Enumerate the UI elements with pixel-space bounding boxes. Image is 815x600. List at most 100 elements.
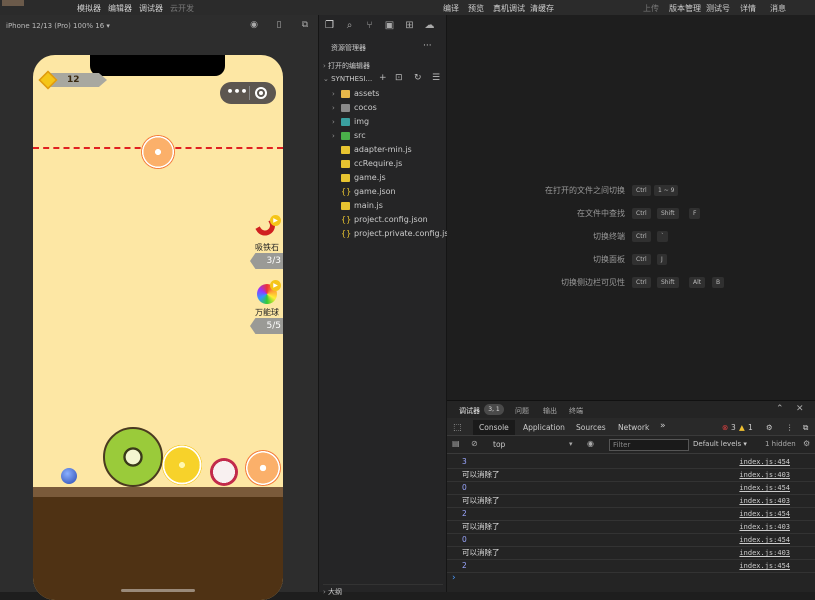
tree-folder-cocos[interactable]: › cocos: [319, 101, 447, 115]
collapse-icon[interactable]: ☰: [432, 73, 440, 83]
clear-console-icon[interactable]: ⊘: [471, 439, 478, 448]
close-icon[interactable]: ✕: [796, 404, 804, 414]
source-link[interactable]: index.js:454: [739, 482, 790, 494]
tree-folder-assets[interactable]: › assets: [319, 87, 447, 101]
warning-count[interactable]: 1: [748, 423, 753, 432]
search-icon[interactable]: ⌕: [344, 20, 355, 31]
source-link[interactable]: index.js:454: [739, 508, 790, 520]
more-icon[interactable]: •••: [226, 86, 248, 100]
device-selector[interactable]: iPhone 12/13 (Pro) 100% 16 ▾: [6, 22, 110, 30]
editor-area: 在打开的文件之间切换 Ctrl 1 ~ 9 在文件中查找 Ctrl Shift …: [447, 15, 815, 400]
log-levels-select[interactable]: Default levels ▾: [693, 440, 747, 448]
folder-icon: [341, 90, 350, 98]
source-link[interactable]: index.js:454: [739, 560, 790, 572]
sidebar-toggle-icon[interactable]: ▤: [452, 439, 460, 448]
menu-simulator[interactable]: 模拟器: [77, 3, 101, 14]
new-file-icon[interactable]: +: [379, 73, 387, 83]
rainbow-count: 5/5: [250, 318, 283, 334]
tab-output[interactable]: 输出: [543, 406, 557, 416]
docker-icon[interactable]: ☁: [424, 20, 435, 31]
play-icon: ▶: [270, 215, 281, 226]
console-message: 0 index.js:454: [447, 534, 815, 547]
eye-icon[interactable]: ◉: [587, 439, 594, 448]
tree-file[interactable]: game.js: [319, 171, 447, 185]
source-link[interactable]: index.js:454: [739, 456, 790, 468]
settings-gear-icon[interactable]: ⚙: [766, 423, 773, 432]
tree-file[interactable]: {} game.json: [319, 185, 447, 199]
console-message: 2 index.js:454: [447, 508, 815, 521]
tab-debugger[interactable]: 调试器: [459, 406, 480, 416]
more-vertical-icon[interactable]: ⋮: [786, 423, 794, 432]
chevron-up-icon[interactable]: ⌃: [776, 404, 784, 414]
messages-button[interactable]: 消息: [770, 3, 786, 14]
menu-editor[interactable]: 编辑器: [108, 3, 132, 14]
test-account-button[interactable]: 测试号: [706, 3, 730, 14]
avatar[interactable]: [2, 0, 24, 6]
dock-icon[interactable]: ⧉: [803, 423, 808, 433]
chevron-down-icon[interactable]: ▾: [569, 440, 573, 448]
tree-file[interactable]: {} project.config.json: [319, 213, 447, 227]
game-canvas[interactable]: 12 ••• ▶ 吸铁石 3/3 ▶ 万能球 5/5: [33, 55, 283, 600]
lemon: [162, 445, 202, 485]
menu-cloud[interactable]: 云开发: [170, 3, 194, 14]
console-prompt-icon[interactable]: ›: [452, 573, 456, 583]
upload-button[interactable]: 上传: [643, 3, 659, 14]
image-folder-icon: [341, 118, 350, 126]
console-settings-icon[interactable]: ⚙: [803, 439, 810, 448]
more-tabs-icon[interactable]: »: [660, 421, 666, 431]
preview-button[interactable]: 预览: [468, 3, 484, 14]
tab-terminal[interactable]: 终端: [569, 406, 583, 416]
source-link[interactable]: index.js:454: [739, 534, 790, 546]
tab-console[interactable]: Console: [473, 420, 515, 435]
details-button[interactable]: 详情: [740, 3, 756, 14]
mangosteen: [210, 458, 238, 486]
tree-file[interactable]: adapter-min.js: [319, 143, 447, 157]
tab-sources[interactable]: Sources: [576, 423, 606, 432]
version-button[interactable]: 版本管理: [669, 3, 701, 14]
filter-input[interactable]: Filter: [609, 439, 689, 451]
source-link[interactable]: index.js:403: [739, 495, 790, 507]
miniprogram-capsule: •••: [220, 82, 276, 104]
inspect-icon[interactable]: ⬚: [453, 423, 462, 433]
tab-application[interactable]: Application: [523, 423, 565, 432]
files-icon[interactable]: ❐: [324, 20, 335, 31]
close-circle-icon[interactable]: [255, 87, 267, 99]
tree-folder-src[interactable]: › src: [319, 129, 447, 143]
falling-orange: [141, 135, 175, 169]
new-folder-icon[interactable]: ⊡: [395, 73, 403, 83]
magnet-count: 3/3: [250, 253, 283, 269]
more-actions-icon[interactable]: ···: [423, 41, 432, 51]
extensions-icon[interactable]: ⊞: [404, 20, 415, 31]
tree-folder-img[interactable]: › img: [319, 115, 447, 129]
tab-problems[interactable]: 问题: [515, 406, 529, 416]
tree-file[interactable]: {} project.private.config.js...: [319, 227, 456, 241]
record-icon[interactable]: ◉: [249, 20, 259, 30]
warning-icon[interactable]: ▲: [739, 423, 745, 432]
source-folder-icon: [341, 132, 350, 140]
detach-icon[interactable]: ⧉: [300, 20, 310, 30]
context-selector[interactable]: top: [493, 440, 505, 449]
tree-file[interactable]: main.js: [319, 199, 447, 213]
refresh-icon[interactable]: ↻: [414, 73, 422, 83]
menu-debugger[interactable]: 调试器: [139, 3, 163, 14]
explorer-panel: ❐ ⌕ ⑂ ▣ ⊞ ☁ 资源管理器 ··· › 打开的编辑器 ⌄ SYNTHES…: [319, 15, 456, 596]
debug-icon[interactable]: ▣: [384, 20, 395, 31]
project-root[interactable]: SYNTHESI...: [331, 75, 372, 83]
source-link[interactable]: index.js:403: [739, 469, 790, 481]
source-link[interactable]: index.js:403: [739, 547, 790, 559]
error-count[interactable]: 3: [731, 423, 736, 432]
phone-icon[interactable]: ▯: [274, 20, 284, 30]
shortcut-hint: 切换侧边栏可见性 Ctrl Shift Alt B: [447, 277, 815, 289]
score-value: 12: [67, 75, 80, 85]
remote-debug-button[interactable]: 真机调试: [493, 3, 525, 14]
open-editors-section[interactable]: 打开的编辑器: [328, 62, 370, 70]
source-link[interactable]: index.js:403: [739, 521, 790, 533]
clear-cache-button[interactable]: 清缓存: [530, 3, 554, 14]
tree-file[interactable]: ccRequire.js: [319, 157, 447, 171]
magnet-label: 吸铁石: [255, 243, 279, 252]
compile-button[interactable]: 编译: [443, 3, 459, 14]
outline-section[interactable]: 大纲: [328, 588, 342, 596]
error-icon[interactable]: ⊗: [722, 423, 728, 432]
source-control-icon[interactable]: ⑂: [364, 20, 375, 31]
tab-network[interactable]: Network: [618, 423, 649, 432]
